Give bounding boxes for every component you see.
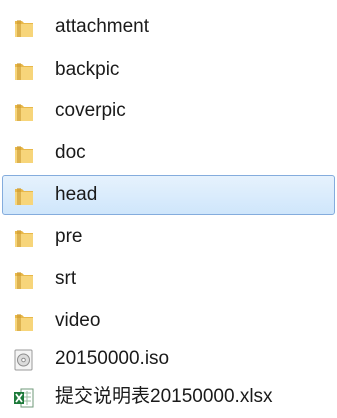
- file-row-head[interactable]: head: [2, 175, 335, 215]
- file-list: attachment backpic coverpic doc head pre…: [0, 0, 337, 418]
- folder-icon: [13, 101, 35, 123]
- file-name: 20150000.iso: [55, 348, 170, 369]
- file-row-coverpic[interactable]: coverpic: [2, 91, 335, 131]
- folder-icon: [13, 185, 35, 207]
- file-row-iso[interactable]: 20150000.iso: [2, 339, 335, 379]
- file-name: video: [55, 310, 101, 331]
- file-name: attachment: [55, 16, 149, 37]
- file-row-xlsx[interactable]: 提交说明表20150000.xlsx: [2, 377, 335, 417]
- file-name: pre: [55, 226, 83, 247]
- folder-icon: [13, 311, 35, 333]
- file-name: doc: [55, 142, 86, 163]
- file-row-srt[interactable]: srt: [2, 259, 335, 299]
- file-row-doc[interactable]: doc: [2, 133, 335, 173]
- disc-image-icon: [13, 349, 35, 371]
- file-name: srt: [55, 268, 77, 289]
- excel-file-icon: [13, 387, 35, 409]
- folder-icon: [13, 143, 35, 165]
- folder-icon: [13, 17, 35, 39]
- folder-icon: [13, 227, 35, 249]
- file-row-attachment[interactable]: attachment: [2, 7, 335, 47]
- file-name: backpic: [55, 59, 120, 80]
- file-name: head: [55, 184, 98, 205]
- file-name: coverpic: [55, 100, 126, 121]
- file-row-pre[interactable]: pre: [2, 217, 335, 257]
- folder-icon: [13, 60, 35, 82]
- file-row-video[interactable]: video: [2, 301, 335, 341]
- file-name: 提交说明表20150000.xlsx: [55, 386, 273, 407]
- folder-icon: [13, 269, 35, 291]
- file-row-backpic[interactable]: backpic: [2, 50, 335, 90]
